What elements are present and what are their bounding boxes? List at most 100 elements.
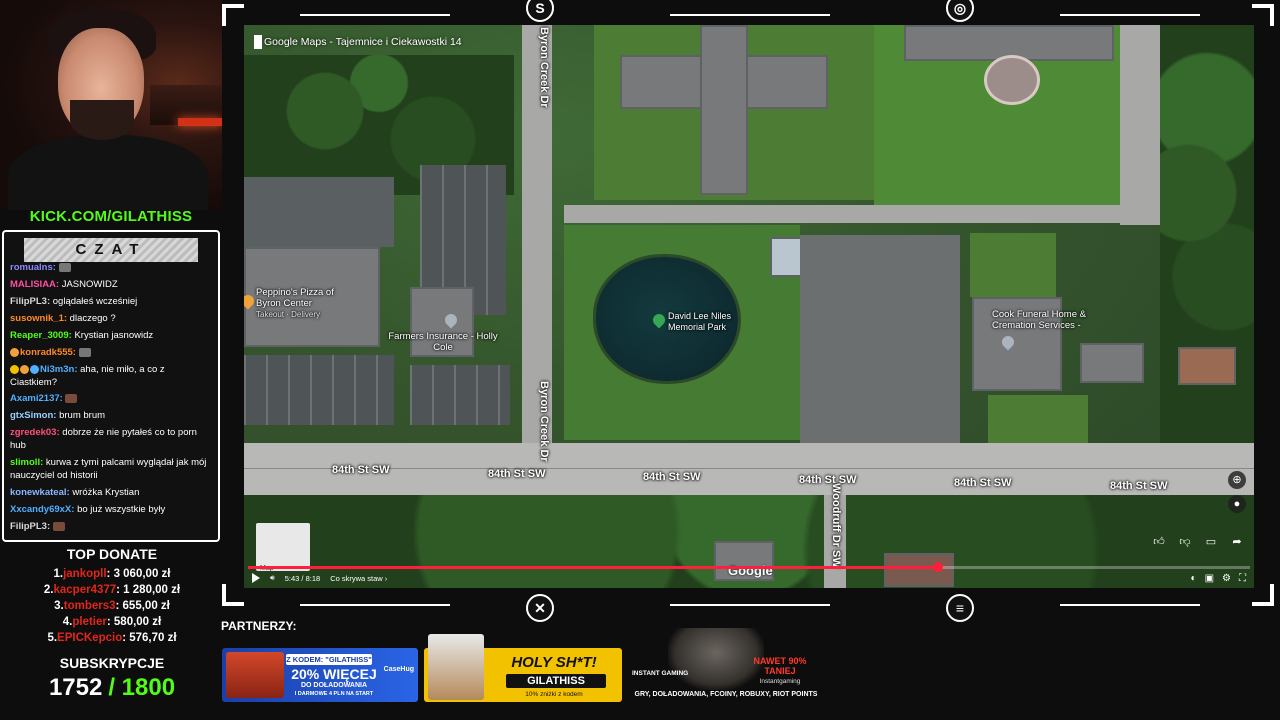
frame-line [300,14,450,16]
time-display: 5:43 / 8:18 [284,573,321,583]
donate-row: 2.kacper4377: 1 280,00 zł [0,584,224,600]
map-side-controls: ⊕ ● [1228,471,1246,513]
road-label: 84th St SW [1110,480,1168,492]
chat-message: MALISIAA: JASNOWIDZ [10,279,214,292]
progress-fill [248,566,939,569]
promo-subline-1: DO DOŁADOWANIA [300,682,368,689]
road-label: 84th St SW [488,468,546,480]
chat-user: konewkateal: [10,486,70,498]
globe-icon[interactable]: ⊕ [1228,471,1246,489]
emote-icon [58,262,71,272]
frame-corner [1252,4,1274,26]
subs-current: 1752 [48,674,103,701]
settings-icon[interactable]: ⚙︎ [1222,573,1231,584]
chat-title: CZAT [24,238,198,262]
chat-user: konradk555: [20,346,76,358]
house-roof [1080,343,1144,383]
crown-icon [10,364,19,374]
comment-icon[interactable]: ▭ [1202,533,1220,551]
chat-user: Ni3m3n: [40,363,78,375]
driveway [1120,25,1160,225]
donate-amount: : 3 060,00 zł [106,568,171,580]
player-controls: 🔊︎ 5:43 / 8:18 Co skrywa staw › ◐ ▣ ⚙︎ ⛶ [244,558,1254,588]
ig-promo-headline: NAWET 90% TANIEJ [753,656,807,676]
84th-street-road [244,443,1254,495]
play-icon[interactable] [252,573,260,583]
small-building [770,237,802,277]
chat-user: MALISIAA: [10,278,60,290]
poi-sublabel: Takeout · Delivery [256,310,321,319]
chat-message: romualns: [10,262,214,275]
chat-text: oglądałeś wcześniej [52,295,138,307]
fountain [984,55,1040,105]
house-roof [1178,347,1236,385]
chat-user: FilipPL3: [10,295,51,307]
chat-text: wróżka Krystian [72,486,140,498]
lawn [988,395,1088,445]
chat-text: brum brum [59,410,106,422]
donate-row: 3.tombers3: 655,00 zł [0,600,224,616]
chat-message: Reaper_3009: Krystian jasnowidz [10,330,214,343]
video-player[interactable]: Google Maps - Tajemnice i Ciekawostki 14… [244,25,1254,588]
poi-farmers[interactable]: Farmers Insurance - Holly Cole [384,331,502,353]
autoplay-toggle-icon[interactable]: ◐ [1191,573,1197,584]
chat-message: susownik_1: dlaczego ? [10,313,214,326]
dislike-icon[interactable]: 👎︎ [1176,533,1194,551]
chat-user: slimoll: [10,457,44,469]
casehug-banner[interactable]: Z KODEM: "GILATHISS" 20% WIĘCEJ DO DOŁAD… [222,648,418,702]
fullscreen-icon[interactable]: ⛶ [1239,573,1246,584]
progress-bar[interactable] [248,562,1250,572]
poi-park[interactable]: David Lee Niles Memorial Park [668,311,740,333]
poi-peppinos[interactable]: Peppino's Pizza of Byron Center Takeout ·… [256,287,356,320]
instant-gaming-banner[interactable]: INSTANT GAMING NAWET 90% TANIEJ Instantg… [628,628,824,702]
chat-text: bo już wszystkie były [77,503,166,515]
progress-knob[interactable] [933,562,944,572]
volume-icon[interactable]: 🔊︎ [270,573,275,583]
chapter-title[interactable]: Co skrywa staw › [330,574,387,583]
chat-message: FilipPL3: [10,521,214,534]
chat-user: gtxSimon: [10,410,57,422]
subtitles-icon[interactable]: ▣ [1205,573,1214,584]
chat-message: Axami2137: [10,393,214,406]
frame-line [670,604,830,606]
chat-user: FilipPL3: [10,520,51,532]
crosshair-logo-icon: ◎ [946,0,974,22]
chat-message: FilipPL3: oglądałeś wcześniej [10,296,214,309]
badge-icon [10,347,19,357]
like-icon[interactable]: 👍︎ [1150,533,1168,551]
ig-promo-handle: Instantgaming [759,678,801,685]
donate-rank: 1. [53,568,64,580]
kick-logo-icon: S [526,0,554,22]
road-label: Byron Creek Dr [538,27,550,108]
frame-corner [1252,584,1274,606]
chat-message: gtxSimon: brum brum [10,410,214,423]
donate-amount: : 576,70 zł [122,632,177,644]
parking-lot [410,365,510,425]
donate-row: 1.jankopll: 3 060,00 zł [0,568,224,584]
frame-line [670,14,830,16]
holy-banner[interactable]: HOLY SH*T! GILATHISS 10% zniżki z kodem [424,634,622,702]
chat-message: Ni3m3n: aha, nie miło, a co z Ciastkiem? [10,364,214,389]
chat-user: Xxcandy69xX: [10,503,75,515]
subs-title: SUBSKRYPCJE [59,655,165,671]
poi-funeral[interactable]: Cook Funeral Home & Cremation Services - [992,309,1102,331]
parking-lot [244,177,394,247]
partner-logo-icon: ✕ [526,594,554,622]
donate-rank: 5. [47,632,58,644]
promo-subline-2: I DARMOWE 4 PLN NA START [294,691,374,697]
instant-gaming-logo: INSTANT GAMING [632,670,689,677]
pegman-icon[interactable]: ● [1228,495,1246,513]
chat-user: zgredek03: [10,427,60,439]
chat-panel: CZAT romualns: MALISIAA: JASNOWIDZ Filip… [2,230,220,542]
streamer-beard [70,100,134,140]
parking-lot [244,355,394,425]
share-icon[interactable]: ➦ [1228,533,1246,551]
kick-url: KICK.COM/GILATHISS [29,208,193,225]
diamond-icon [30,364,39,374]
road-center-line [244,468,1254,469]
stream-overlay: KICK.COM/GILATHISS CZAT romualns: MALISI… [0,0,1280,720]
chat-user: susownik_1: [10,312,68,324]
road-label: 84th St SW [799,474,857,486]
donate-amount: : 655,00 zł [115,600,170,612]
donate-rank: 4. [62,616,73,628]
